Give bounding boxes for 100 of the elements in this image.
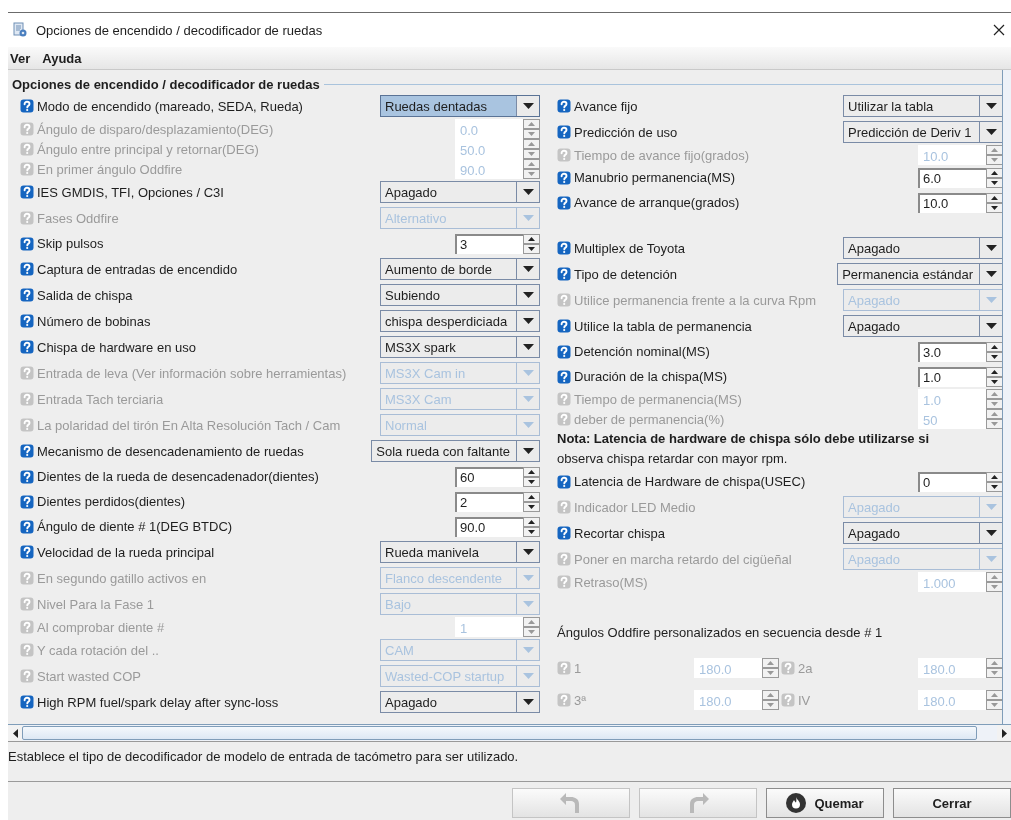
spin-down-button[interactable]	[986, 376, 1002, 387]
down-arrow-icon	[528, 479, 535, 484]
up-arrow-icon	[528, 494, 535, 499]
dropdown[interactable]: Permanencia estándar	[837, 263, 1002, 285]
dropdown[interactable]: Apagado	[843, 522, 1002, 544]
help-icon	[557, 552, 571, 566]
down-arrow-icon	[528, 132, 535, 136]
down-arrow-icon	[991, 180, 998, 185]
spin-down-button[interactable]	[523, 501, 540, 512]
close-button[interactable]	[991, 22, 1007, 38]
dropdown[interactable]: Apagado	[380, 181, 540, 203]
number-field[interactable]: 1.0	[918, 366, 986, 387]
scroll-right-button[interactable]	[997, 725, 1011, 741]
field-label: Retraso(MS)	[574, 574, 648, 590]
help-icon	[557, 392, 571, 406]
help-icon	[557, 369, 571, 384]
spin-down-button[interactable]	[523, 526, 540, 537]
dropdown[interactable]: chispa desperdiciada	[380, 310, 540, 332]
field-label: Utilice la tabla de permanencia	[574, 318, 752, 334]
help-icon	[557, 500, 571, 514]
number-field[interactable]: 6.0	[918, 167, 986, 188]
up-arrow-icon	[991, 369, 998, 374]
note-text: observa chispa retardar con mayor rpm.	[557, 450, 789, 468]
window-title: Opciones de encendido / decodificador de ruedas	[36, 22, 323, 38]
spin-up-button[interactable]	[523, 516, 540, 527]
dropdown[interactable]: Sola rueda con faltante	[371, 440, 540, 462]
dropdown[interactable]: Apagado	[843, 315, 1002, 337]
spin-up-button[interactable]	[986, 341, 1002, 352]
caret-icon	[985, 297, 997, 303]
down-arrow-icon	[767, 671, 774, 675]
note-text: Nota: Latencia de hardware de chispa sólo debe utilizarse si	[557, 430, 931, 448]
field-label: Mecanismo de desencadenamiento de ruedas	[37, 443, 304, 459]
help-icon	[20, 366, 34, 380]
field-label: Recortar chispa	[574, 525, 666, 541]
status-text: Establece el tipo de decodificador de modelo de entrada de tacómetro para ser utilizado.	[8, 749, 519, 764]
spin-down-button[interactable]	[986, 202, 1002, 213]
spin-down-button[interactable]	[986, 481, 1002, 492]
help-icon	[20, 211, 34, 225]
spin-down-button[interactable]	[986, 351, 1002, 362]
field-label: High RPM fuel/spark delay after sync-loss	[37, 694, 279, 710]
dropdown[interactable]: Aumento de borde	[380, 258, 540, 280]
number-field[interactable]: 2	[455, 491, 523, 512]
caret-icon	[985, 245, 997, 251]
caret-icon	[985, 103, 997, 109]
field-label: Poner en marcha retardo del cigüeñal	[574, 551, 792, 567]
burn-button[interactable]: Quemar	[766, 788, 884, 818]
dropdown[interactable]: Predicción de Deriv 1	[843, 121, 1002, 143]
help-icon	[20, 185, 34, 199]
curved-arrow-icon	[560, 792, 582, 814]
spin-up-button[interactable]	[523, 491, 540, 502]
number-field[interactable]: 60	[455, 466, 523, 487]
spin-down-button[interactable]	[523, 476, 540, 487]
up-arrow-icon	[991, 344, 998, 349]
scroll-left-button[interactable]	[8, 725, 22, 741]
spin-up-button[interactable]	[986, 471, 1002, 482]
field-label: IES GMDIS, TFI, Opciones / C3I	[37, 184, 224, 200]
close-button[interactable]: Cerrar	[893, 788, 1011, 818]
number-field[interactable]: 10.0	[918, 192, 986, 213]
dropdown[interactable]: Apagado	[380, 691, 540, 713]
help-icon	[20, 695, 34, 709]
help-icon	[20, 418, 34, 432]
spin-up-button[interactable]	[986, 192, 1002, 203]
number-field[interactable]: 0	[918, 471, 986, 492]
number-field[interactable]: 90.0	[455, 516, 523, 537]
caret-icon	[522, 292, 534, 298]
up-arrow-icon	[991, 148, 998, 152]
dropdown[interactable]: Subiendo	[380, 284, 540, 306]
field-label: Captura de entradas de encendido	[37, 261, 238, 277]
help-icon	[557, 319, 571, 333]
spin-up-button[interactable]	[986, 167, 1002, 178]
spin-down-button[interactable]	[523, 243, 540, 254]
dropdown[interactable]: MS3X spark	[380, 336, 540, 358]
down-arrow-icon	[528, 246, 535, 251]
dropdown[interactable]: Utilizar la tabla	[843, 95, 1002, 117]
field-label: 2a	[798, 660, 813, 676]
spin-up-button[interactable]	[523, 466, 540, 477]
help-icon	[557, 148, 571, 162]
caret-icon	[522, 215, 534, 221]
caret-icon	[985, 530, 997, 536]
help-icon	[557, 99, 571, 113]
spin-down-button[interactable]	[986, 177, 1002, 188]
spin-up-button[interactable]	[523, 233, 540, 244]
menu-item[interactable]: Ayuda	[40, 50, 84, 66]
help-icon	[20, 643, 34, 657]
caret-icon	[522, 370, 534, 376]
vertical-scrollbar[interactable]	[1002, 70, 1011, 724]
field-label: Modo de encendido (mareado, SEDA, Rueda)	[37, 98, 303, 114]
number-field[interactable]: 3.0	[918, 341, 986, 362]
dropdown[interactable]: Apagado	[843, 237, 1002, 259]
curved-arrow-icon	[687, 792, 709, 814]
spin-up-button[interactable]	[986, 366, 1002, 377]
caret-icon	[522, 575, 534, 581]
menu-item[interactable]: Ver	[8, 50, 33, 66]
up-arrow-icon	[991, 170, 998, 175]
field-label: Start wasted COP	[37, 668, 142, 684]
dropdown[interactable]: Rueda manivela	[380, 541, 540, 563]
field-label: Tipo de detención	[574, 266, 677, 282]
field-label: Avance de arranque(grados)	[574, 195, 740, 210]
number-field[interactable]: 3	[455, 233, 523, 254]
dropdown[interactable]: Ruedas dentadas	[380, 95, 540, 117]
